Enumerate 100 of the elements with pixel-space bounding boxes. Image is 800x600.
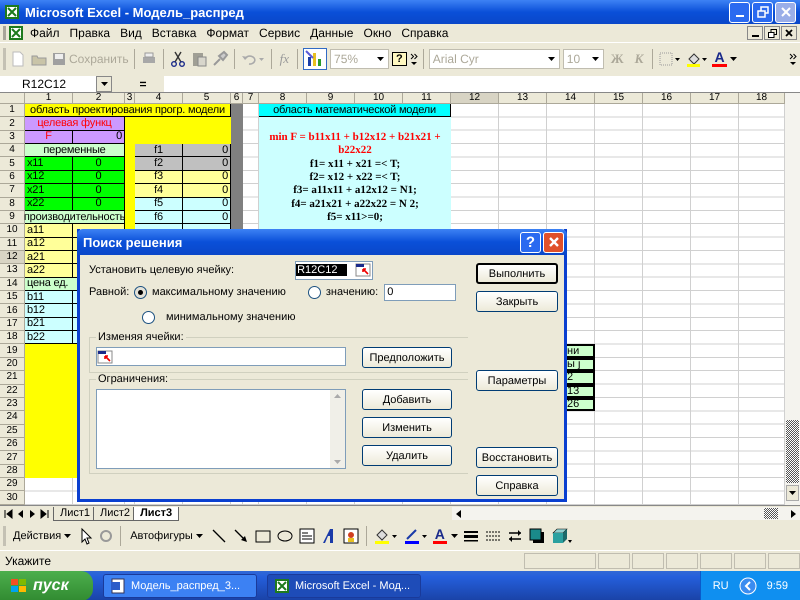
menu-item[interactable]: Данные <box>306 26 358 40</box>
toolbar-grip[interactable] <box>3 48 6 70</box>
right-arrow-icon[interactable] <box>791 510 796 518</box>
column-header[interactable]: 14 <box>547 93 595 104</box>
row-header[interactable]: 22 <box>0 384 25 398</box>
radio-label[interactable]: минимальному значению <box>166 311 296 323</box>
row-header[interactable]: 2 <box>0 117 25 131</box>
help-button[interactable]: ? <box>520 232 541 252</box>
taskbar-button[interactable]: Модель_распред_3... <box>103 574 257 598</box>
taskbar-button[interactable]: Microsoft Excel - Мод... <box>267 574 421 598</box>
row-header[interactable]: 25 <box>0 424 25 438</box>
caret-icon[interactable] <box>730 57 737 61</box>
row-header[interactable]: 30 <box>0 491 25 505</box>
row-header[interactable]: 3 <box>0 130 25 144</box>
menu-item[interactable]: Окно <box>359 26 396 40</box>
row-header[interactable]: 28 <box>0 464 25 478</box>
sheet-nav-icon[interactable] <box>3 508 14 520</box>
column-header[interactable]: 6 <box>231 93 243 104</box>
scroll-thumb[interactable] <box>764 508 778 519</box>
row-header[interactable]: 4 <box>0 144 25 158</box>
row-header[interactable]: 24 <box>0 411 25 425</box>
column-header[interactable]: 1 <box>25 93 73 104</box>
column-header[interactable]: 2 <box>73 93 125 104</box>
help-button[interactable]: ? <box>392 52 407 66</box>
font-color-button[interactable]: A <box>712 51 727 67</box>
column-header[interactable]: 3 <box>125 93 135 104</box>
row-header[interactable]: 11 <box>0 238 25 251</box>
row-header[interactable]: 20 <box>0 358 25 372</box>
row-header[interactable]: 29 <box>0 478 25 492</box>
row-header[interactable]: 26 <box>0 438 25 452</box>
dialog-button[interactable]: Закрыть <box>476 291 558 312</box>
radio-label[interactable]: максимальному значению <box>152 286 286 298</box>
row-header[interactable]: 13 <box>0 264 25 278</box>
menu-item[interactable]: Вставка <box>148 26 200 40</box>
scroll-thumb[interactable] <box>786 420 799 483</box>
dialog-button[interactable]: Восстановить <box>476 447 558 468</box>
radio-label[interactable]: значению: <box>326 286 378 298</box>
scissors-icon[interactable] <box>168 50 187 68</box>
row-header[interactable]: 9 <box>0 210 25 224</box>
row-header[interactable]: 8 <box>0 198 25 211</box>
row-header[interactable]: 18 <box>0 331 25 344</box>
column-header[interactable]: 13 <box>499 93 547 104</box>
radio-button[interactable] <box>134 286 147 298</box>
chart-wizard-icon[interactable] <box>303 48 328 70</box>
toolbar-grip[interactable] <box>3 26 6 40</box>
scroll-down-button[interactable] <box>786 485 799 501</box>
formula-field[interactable] <box>164 76 800 92</box>
line-color-icon[interactable] <box>402 526 429 544</box>
target-cell-field[interactable]: R12C12 <box>295 260 374 280</box>
column-header[interactable]: 17 <box>691 93 739 104</box>
text-box-icon[interactable] <box>298 526 316 544</box>
value-field[interactable]: 0 <box>384 284 456 300</box>
spreadsheet-icon[interactable] <box>8 25 24 41</box>
clip-art-icon[interactable] <box>342 526 360 544</box>
row-header[interactable]: 17 <box>0 318 25 332</box>
menu-item[interactable]: Сервис <box>255 26 304 40</box>
constraints-list[interactable] <box>96 389 346 469</box>
font-color-button[interactable]: A <box>432 528 447 544</box>
constraint-button[interactable]: Удалить <box>362 445 452 466</box>
name-box[interactable]: R12C12 <box>0 76 112 92</box>
constraint-button[interactable]: Изменить <box>362 417 452 438</box>
row-header[interactable]: 14 <box>0 278 25 292</box>
sheet-nav-icon[interactable] <box>39 508 50 520</box>
sheet-tab[interactable]: Лист3 <box>133 506 180 520</box>
column-header[interactable]: 8 <box>259 93 307 104</box>
changing-cells-field[interactable] <box>96 347 346 366</box>
horizontal-scrollbar[interactable] <box>452 507 800 520</box>
row-header[interactable]: 6 <box>0 170 25 184</box>
column-header[interactable]: 15 <box>595 93 643 104</box>
shadow-icon[interactable] <box>528 526 546 544</box>
column-header[interactable]: 9 <box>307 93 355 104</box>
range-picker-icon[interactable] <box>97 350 113 364</box>
radio-button[interactable] <box>142 310 155 324</box>
row-header[interactable]: 21 <box>0 371 25 385</box>
row-header[interactable]: 19 <box>0 344 25 358</box>
row-header[interactable]: 5 <box>0 157 25 171</box>
menu-item[interactable]: Правка <box>66 26 114 40</box>
line-icon[interactable] <box>210 526 228 544</box>
range-picker-icon[interactable] <box>355 263 372 277</box>
column-header[interactable]: 11 <box>403 93 451 104</box>
vertical-scrollbar[interactable] <box>785 93 800 505</box>
restore-button[interactable] <box>764 26 780 40</box>
fill-color-icon[interactable] <box>372 526 399 544</box>
menu-item[interactable]: Формат <box>202 26 254 40</box>
caret-icon[interactable] <box>450 534 458 538</box>
dialog-button[interactable]: Выполнить <box>476 263 558 284</box>
row-header[interactable]: 7 <box>0 184 25 198</box>
radio-button[interactable] <box>308 286 321 298</box>
row-header[interactable]: 15 <box>0 291 25 304</box>
column-header[interactable]: 10 <box>355 93 403 104</box>
column-header[interactable]: 4 <box>135 93 183 104</box>
column-header[interactable]: 5 <box>183 93 231 104</box>
toolbar-grip[interactable] <box>3 526 6 546</box>
constraint-button[interactable]: Добавить <box>362 389 452 410</box>
column-header[interactable]: 18 <box>739 93 785 104</box>
chevron-icon[interactable] <box>410 52 418 66</box>
guess-button[interactable]: Предположить <box>362 347 452 368</box>
menu-item[interactable]: Вид <box>116 26 146 40</box>
minimize-button[interactable] <box>747 26 763 40</box>
menu-item[interactable]: Справка <box>397 26 452 40</box>
